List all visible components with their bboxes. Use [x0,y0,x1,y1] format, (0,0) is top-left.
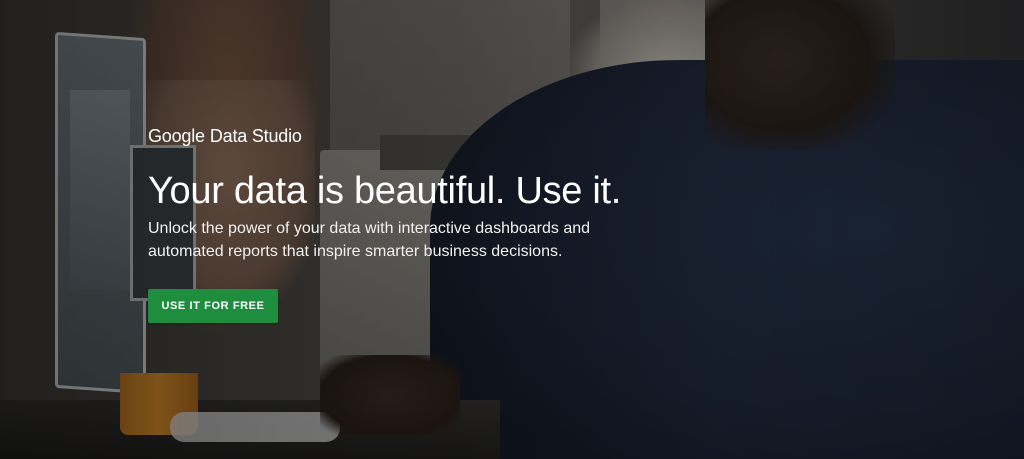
product-name: Data Studio [209,126,302,146]
hero-banner: Google Data Studio Your data is beautifu… [0,0,1024,459]
brand-logo: Google Data Studio [148,126,768,147]
hero-content: Google Data Studio Your data is beautifu… [148,126,768,323]
use-it-for-free-button[interactable]: USE IT FOR FREE [148,289,278,323]
hero-headline: Your data is beautiful. Use it. [148,170,622,212]
hero-subtext: Unlock the power of your data with inter… [148,220,591,260]
google-wordmark: Google [148,126,205,146]
